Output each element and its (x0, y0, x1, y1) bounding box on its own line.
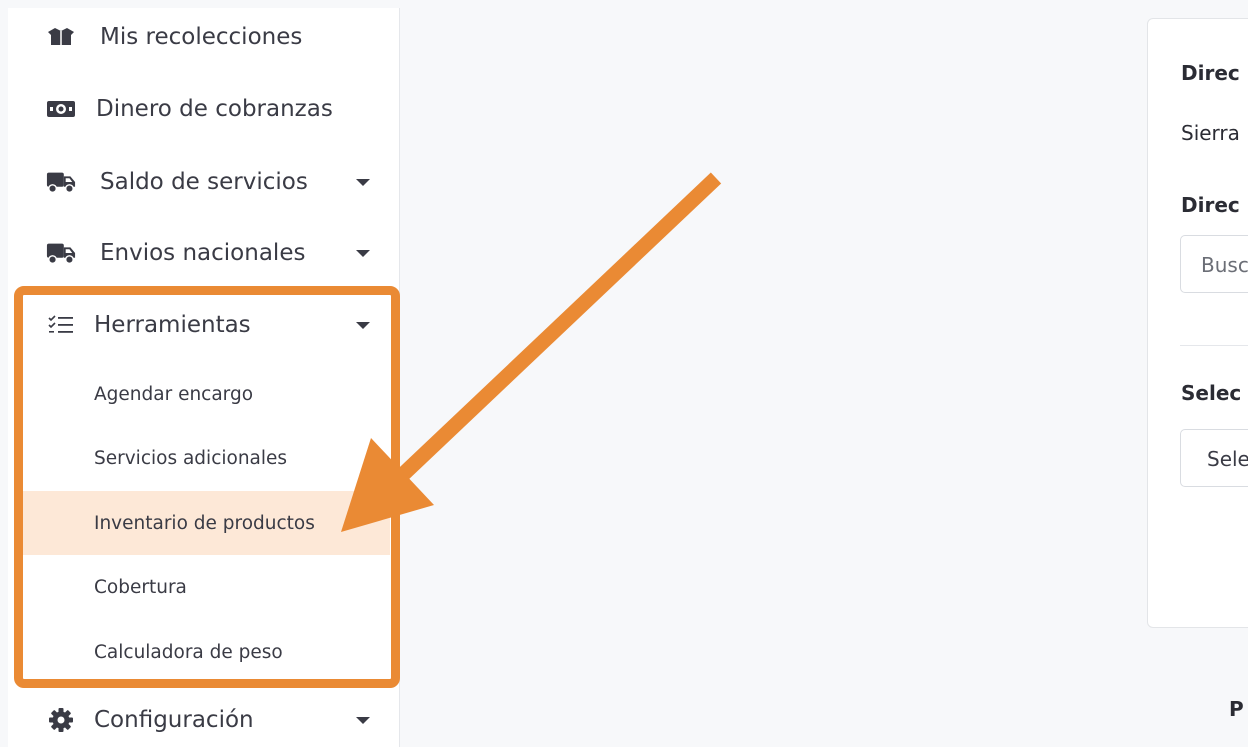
subitem-inventario-de-productos[interactable]: Inventario de productos (20, 491, 390, 555)
subitem-servicios-adicionales[interactable]: Servicios adicionales (20, 426, 390, 490)
card-heading: Selec (1181, 381, 1242, 405)
footer-text: P (1229, 697, 1244, 721)
tasks-list-icon (46, 313, 76, 337)
address-search-input[interactable]: Busc (1180, 235, 1248, 293)
nav-item-label: Mis recolecciones (100, 24, 303, 50)
chevron-down-icon (356, 249, 370, 257)
card-heading: Direc (1181, 61, 1240, 85)
nav-item-label: Herramientas (94, 312, 251, 338)
nav-item-label: Saldo de servicios (100, 169, 308, 195)
nav-item-label: Configuración (94, 707, 254, 733)
card-value: Sierra (1181, 121, 1240, 145)
search-placeholder: Busc (1201, 253, 1248, 277)
money-bill-icon (46, 97, 76, 121)
subitem-label: Agendar encargo (94, 383, 254, 405)
subitem-cobertura[interactable]: Cobertura (20, 555, 390, 619)
nav-item-herramientas[interactable]: Herramientas (8, 296, 400, 354)
subitem-calculadora-de-peso[interactable]: Calculadora de peso (20, 620, 390, 684)
nav-item-label: Dinero de cobranzas (96, 96, 333, 122)
gear-icon (46, 708, 76, 732)
nav-item-saldo-de-servicios[interactable]: Saldo de servicios (8, 153, 400, 211)
subitem-label: Cobertura (94, 576, 187, 598)
chevron-down-icon (356, 178, 370, 186)
nav-item-dinero-de-cobranzas[interactable]: Dinero de cobranzas (8, 80, 400, 138)
chevron-down-icon (356, 716, 370, 724)
nav-item-configuracion[interactable]: Configuración (8, 691, 400, 747)
truck-icon (46, 241, 76, 265)
nav-item-mis-recolecciones[interactable]: Mis recolecciones (8, 8, 400, 66)
truck-icon (46, 170, 76, 194)
divider (1180, 345, 1248, 346)
chevron-down-icon (356, 321, 370, 329)
subitem-label: Servicios adicionales (94, 447, 288, 469)
select-value: Sele (1207, 447, 1248, 471)
form-card: Direc Sierra Direc Busc Selec Sele (1147, 18, 1248, 628)
subitem-label: Inventario de productos (94, 512, 315, 534)
subitem-agendar-encargo[interactable]: Agendar encargo (20, 362, 390, 426)
nav-item-envios-nacionales[interactable]: Envios nacionales (8, 224, 400, 282)
nav-item-label: Envios nacionales (100, 240, 306, 266)
select-field[interactable]: Sele (1180, 429, 1248, 487)
sidebar: Mis recolecciones Dinero de cobranzas Sa… (8, 8, 400, 747)
subitem-label: Calculadora de peso (94, 641, 283, 663)
box-icon (46, 25, 76, 49)
card-heading: Direc (1181, 193, 1240, 217)
